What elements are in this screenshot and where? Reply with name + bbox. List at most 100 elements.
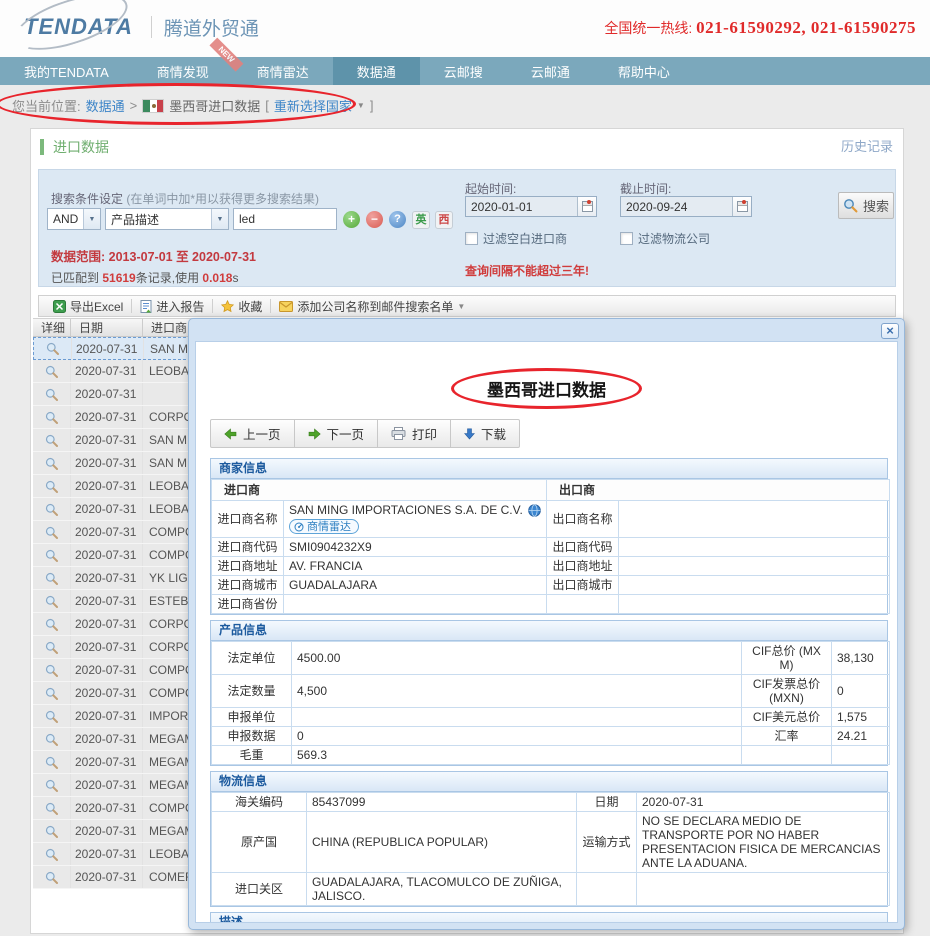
column-header-date[interactable]: 日期 bbox=[71, 319, 143, 336]
field-value: 2020-07-31 bbox=[637, 792, 890, 811]
nav-tab-label: 商情雷达 bbox=[257, 62, 309, 81]
row-detail-button[interactable] bbox=[33, 475, 71, 497]
row-detail-button[interactable] bbox=[33, 360, 71, 382]
calendar-icon[interactable] bbox=[577, 197, 596, 216]
row-detail-button[interactable] bbox=[33, 636, 71, 658]
row-detail-button[interactable] bbox=[33, 613, 71, 635]
row-detail-button[interactable] bbox=[33, 429, 71, 451]
boolean-operator-select[interactable]: AND ▼ bbox=[47, 208, 101, 230]
row-detail-button[interactable] bbox=[33, 452, 71, 474]
breadcrumb-current: 墨西哥进口数据 bbox=[169, 96, 260, 115]
magnifier-icon bbox=[45, 618, 58, 631]
field-value: NO SE DECLARA MEDIO DE TRANSPORTE POR NO… bbox=[637, 811, 890, 872]
row-date: 2020-07-31 bbox=[71, 751, 143, 773]
column-header-detail[interactable]: 详细 bbox=[33, 319, 71, 336]
row-detail-button[interactable] bbox=[33, 383, 71, 405]
keyword-input[interactable]: led bbox=[233, 208, 337, 230]
download-arrow-icon bbox=[464, 428, 475, 440]
filter-logistics-checkbox[interactable] bbox=[620, 232, 633, 245]
radar-badge-link[interactable]: 商情雷达 bbox=[289, 519, 359, 534]
export-excel-button[interactable]: 导出Excel bbox=[45, 296, 131, 316]
row-detail-button[interactable] bbox=[33, 567, 71, 589]
row-detail-button[interactable] bbox=[33, 705, 71, 727]
filter-blank-importer-checkbox[interactable] bbox=[465, 232, 478, 245]
nav-tab-label: 商情发现 bbox=[157, 62, 209, 81]
row-detail-button[interactable] bbox=[34, 338, 72, 359]
excel-icon bbox=[53, 300, 66, 313]
add-to-mail-list-button[interactable]: 添加公司名称到邮件搜索名单 ▼ bbox=[271, 296, 473, 316]
close-icon[interactable]: × bbox=[881, 323, 899, 339]
product-table: 法定单位4500.00CIF总价 (MXM)38,130法定数量4,500CIF… bbox=[211, 641, 887, 765]
breadcrumb-prefix: 您当前位置: bbox=[12, 96, 81, 115]
field-value bbox=[619, 501, 890, 538]
nav-tab-5[interactable]: 云邮搜 bbox=[420, 57, 507, 85]
row-detail-button[interactable] bbox=[33, 843, 71, 865]
row-detail-button[interactable] bbox=[33, 498, 71, 520]
reselect-country-link[interactable]: 重新选择国家 bbox=[274, 96, 352, 115]
row-detail-button[interactable] bbox=[33, 521, 71, 543]
search-field-select[interactable]: 产品描述 ▼ bbox=[105, 208, 229, 230]
row-detail-button[interactable] bbox=[33, 590, 71, 612]
bracket-open: [ bbox=[265, 98, 269, 113]
next-page-button[interactable]: 下一页 bbox=[295, 420, 379, 447]
nav-tab-6[interactable]: 云邮通 bbox=[507, 57, 594, 85]
magnifier-icon bbox=[45, 756, 58, 769]
results-toolbar: 导出Excel 进入报告 收藏 添加公司名称到邮件搜索名单 ▼ bbox=[38, 295, 896, 317]
nav-tab-4[interactable]: 数据通 bbox=[333, 57, 420, 85]
row-date: 2020-07-31 bbox=[71, 475, 143, 497]
prev-page-button[interactable]: 上一页 bbox=[211, 420, 295, 447]
row-detail-button[interactable] bbox=[33, 659, 71, 681]
enter-report-button[interactable]: 进入报告 bbox=[132, 296, 212, 316]
start-date-input[interactable]: 2020-01-01 bbox=[465, 196, 597, 217]
top-header: TENDATA 腾道外贸通 全国统一热线: 021-61590292, 021-… bbox=[0, 0, 930, 57]
table-row[interactable]: 2020-07-31SAN MIN bbox=[33, 337, 201, 360]
row-detail-button[interactable] bbox=[33, 797, 71, 819]
add-condition-icon[interactable]: + bbox=[343, 211, 360, 228]
detail-row: 海关编码85437099日期2020-07-31 bbox=[212, 792, 890, 811]
search-button[interactable]: 搜索 bbox=[838, 192, 894, 219]
magnifier-icon bbox=[45, 480, 58, 493]
row-detail-button[interactable] bbox=[33, 866, 71, 888]
calendar-icon[interactable] bbox=[732, 197, 751, 216]
row-detail-button[interactable] bbox=[33, 820, 71, 842]
magnifier-icon bbox=[45, 687, 58, 700]
field-value bbox=[619, 556, 890, 575]
nav-bar: 我的TENDATA商情发现NEW 商情雷达 数据通云邮搜云邮通帮助中心 bbox=[0, 57, 930, 85]
favorite-button[interactable]: 收藏 bbox=[213, 296, 270, 316]
remove-condition-icon[interactable]: − bbox=[366, 211, 383, 228]
row-date: 2020-07-31 bbox=[71, 360, 143, 382]
field-value bbox=[619, 537, 890, 556]
logo[interactable]: TENDATA 腾道外贸通 bbox=[18, 12, 259, 42]
field-label: CIF总价 (MXM) bbox=[742, 641, 832, 674]
product-section-title: 产品信息 bbox=[211, 621, 887, 641]
row-detail-button[interactable] bbox=[33, 406, 71, 428]
help-icon[interactable]: ? bbox=[389, 211, 406, 228]
field-value bbox=[284, 594, 547, 613]
nav-tab-3[interactable]: 商情雷达 bbox=[233, 57, 333, 85]
end-date-input[interactable]: 2020-09-24 bbox=[620, 196, 752, 217]
row-date: 2020-07-31 bbox=[71, 498, 143, 520]
lang-english-button[interactable]: 英 bbox=[412, 211, 430, 229]
field-value: 38,130 bbox=[832, 641, 890, 674]
row-detail-button[interactable] bbox=[33, 728, 71, 750]
magnifier-icon bbox=[45, 503, 58, 516]
row-detail-button[interactable] bbox=[33, 682, 71, 704]
print-button[interactable]: 打印 bbox=[378, 420, 451, 447]
chevron-down-icon[interactable]: ▼ bbox=[357, 101, 365, 110]
nav-tab-1[interactable]: 我的TENDATA bbox=[0, 57, 133, 85]
row-date: 2020-07-31 bbox=[72, 338, 144, 359]
nav-tab-7[interactable]: 帮助中心 bbox=[594, 57, 694, 85]
row-detail-button[interactable] bbox=[33, 544, 71, 566]
field-label: 毛重 bbox=[212, 745, 292, 764]
lang-spanish-button[interactable]: 西 bbox=[435, 211, 453, 229]
history-link[interactable]: 历史记录 bbox=[841, 129, 893, 165]
arrow-left-icon bbox=[224, 428, 237, 440]
magnifier-icon bbox=[45, 457, 58, 470]
date-range-warning: 查询间隔不能超过三年! bbox=[465, 262, 589, 279]
row-detail-button[interactable] bbox=[33, 774, 71, 796]
row-detail-button[interactable] bbox=[33, 751, 71, 773]
favorite-icon bbox=[221, 300, 234, 313]
breadcrumb-link-datatong[interactable]: 数据通 bbox=[86, 96, 125, 115]
download-button[interactable]: 下载 bbox=[451, 420, 519, 447]
nav-tab-2[interactable]: 商情发现NEW bbox=[133, 57, 233, 85]
